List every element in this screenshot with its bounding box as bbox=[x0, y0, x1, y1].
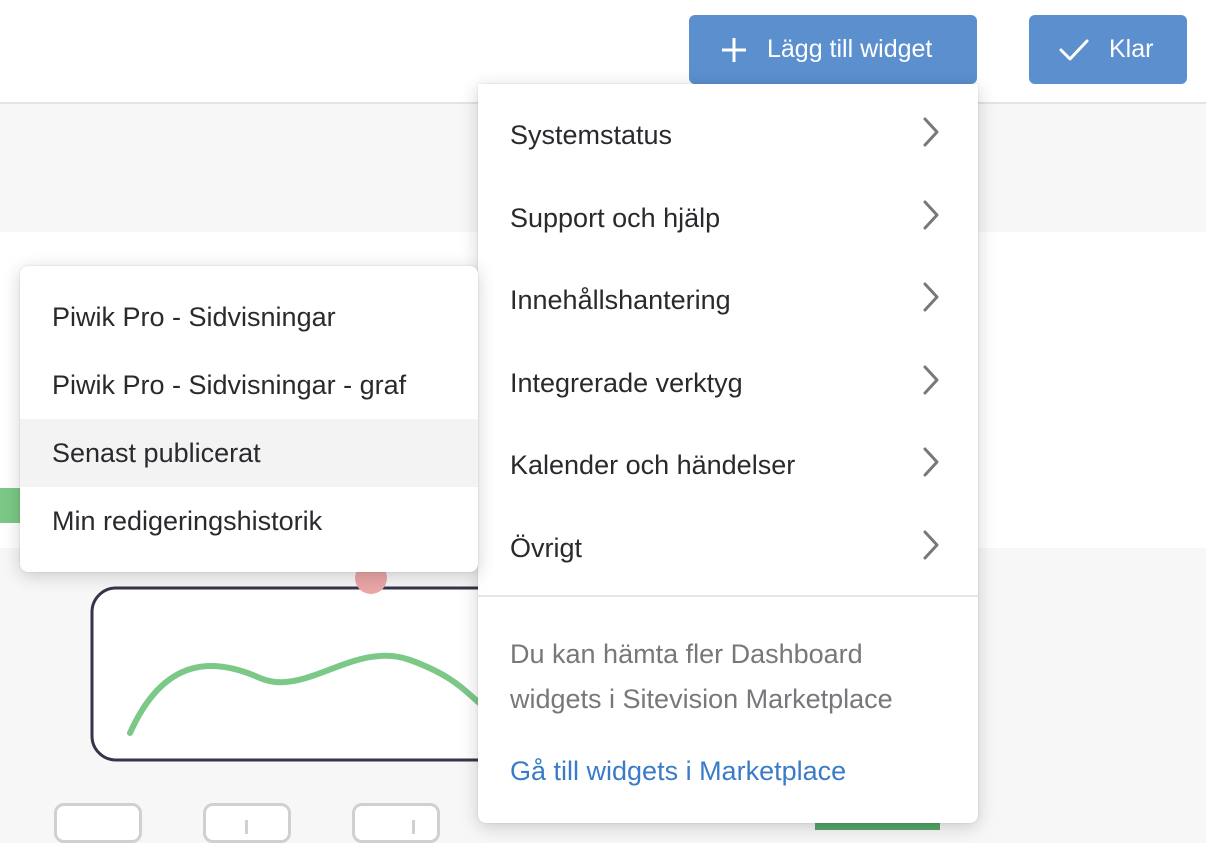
done-label: Klar bbox=[1109, 35, 1154, 63]
chevron-right-icon bbox=[922, 199, 940, 238]
done-button[interactable]: Klar bbox=[1029, 15, 1187, 84]
plus-mark bbox=[412, 820, 415, 834]
chevron-right-icon bbox=[922, 116, 940, 155]
add-widget-label: Lägg till widget bbox=[767, 35, 933, 63]
marketplace-link[interactable]: Gå till widgets i Marketplace bbox=[510, 756, 846, 787]
menu-divider bbox=[478, 595, 978, 597]
submenu-item-latest-published[interactable]: Senast publicerat bbox=[20, 419, 478, 487]
chevron-right-icon bbox=[922, 281, 940, 320]
menu-item-integrated-tools[interactable]: Integrerade verktyg bbox=[478, 342, 978, 424]
add-widget-button[interactable]: Lägg till widget bbox=[689, 15, 977, 84]
menu-item-label: Support och hjälp bbox=[510, 202, 721, 233]
menu-item-support[interactable]: Support och hjälp bbox=[478, 177, 978, 259]
widget-category-menu: Systemstatus Support och hjälp Innehålls… bbox=[478, 84, 978, 823]
check-icon bbox=[1059, 38, 1089, 62]
menu-item-label: Kalender och händelser bbox=[510, 449, 796, 480]
submenu-item-piwik-pageviews[interactable]: Piwik Pro - Sidvisningar bbox=[20, 283, 478, 351]
chevron-right-icon bbox=[922, 446, 940, 485]
chevron-right-icon bbox=[922, 364, 940, 403]
plus-mark bbox=[245, 820, 248, 834]
menu-item-label: Systemstatus bbox=[510, 119, 673, 150]
marketplace-info-text: Du kan hämta fler Dashboard widgets i Si… bbox=[510, 639, 893, 714]
plus-icon bbox=[721, 37, 747, 63]
menu-item-label: Övrigt bbox=[510, 532, 583, 563]
submenu-item-label: Piwik Pro - Sidvisningar - graf bbox=[52, 369, 407, 400]
chart-illustration bbox=[90, 562, 490, 762]
submenu-item-piwik-pageviews-graph[interactable]: Piwik Pro - Sidvisningar - graf bbox=[20, 351, 478, 419]
menu-item-calendar[interactable]: Kalender och händelser bbox=[478, 424, 978, 506]
submenu-item-label: Senast publicerat bbox=[52, 437, 261, 468]
widget-submenu: Piwik Pro - Sidvisningar Piwik Pro - Sid… bbox=[20, 266, 478, 572]
widget-preview-stub bbox=[352, 803, 440, 843]
widget-preview-stub bbox=[54, 803, 142, 843]
chevron-right-icon bbox=[922, 529, 940, 568]
menu-item-systemstatus[interactable]: Systemstatus bbox=[478, 94, 978, 176]
widget-accent-strip bbox=[0, 488, 22, 523]
submenu-item-label: Min redigeringshistorik bbox=[52, 505, 323, 536]
submenu-item-edit-history[interactable]: Min redigeringshistorik bbox=[20, 487, 478, 555]
menu-item-label: Innehållshantering bbox=[510, 284, 731, 315]
submenu-item-label: Piwik Pro - Sidvisningar bbox=[52, 301, 336, 332]
menu-item-other[interactable]: Övrigt bbox=[478, 507, 978, 589]
menu-item-label: Integrerade verktyg bbox=[510, 367, 743, 398]
menu-item-content-management[interactable]: Innehållshantering bbox=[478, 259, 978, 341]
